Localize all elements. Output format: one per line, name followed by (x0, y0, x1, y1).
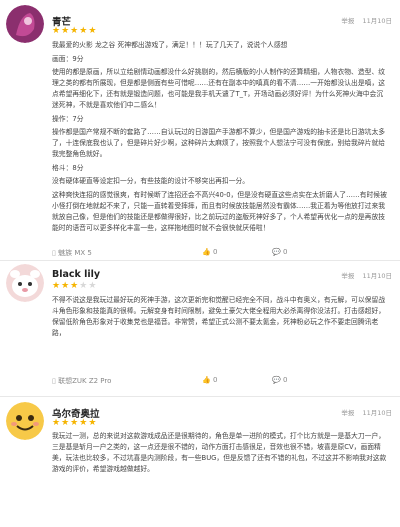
review-card: Black lily 举报 11月10日 ★★★★★ 不得不说这是我玩过最好玩的… (0, 261, 400, 397)
review-paragraph: 没有硬体硬直等设定扣一分，有些技能的设计不够突出再扣一分。 (52, 177, 250, 185)
review-paragraph: 画面：9分 (52, 54, 84, 63)
avatar[interactable] (6, 264, 44, 302)
username[interactable]: Black lily (52, 269, 100, 280)
reply-count: 0 (282, 376, 288, 384)
avatar[interactable] (6, 5, 44, 43)
report-link[interactable]: 举报 (341, 409, 354, 417)
star-icon: ★ (52, 418, 62, 428)
comment-icon: 💬 (272, 248, 281, 256)
review-paragraph: 我最爱的火影 龙之谷 死神都出游戏了，满足！！！玩了几天了，说说个人感想 (52, 41, 288, 49)
star-icon: ★ (79, 26, 89, 36)
phone-icon: ▯ (52, 249, 56, 257)
review-paragraph: 操作都是国产常规不断的套路了……自认玩过的日游国产手游都不算少，但是国产游戏的抽… (52, 128, 386, 158)
star-icon: ★ (70, 418, 80, 428)
review-date: 11月10日 (362, 17, 392, 25)
star-rating: ★★★★★ (52, 418, 97, 428)
like-button[interactable]: 👍 0 (202, 248, 217, 256)
device-label: 魅族 MX 5 (58, 249, 92, 257)
review-paragraph: 操作：7分 (52, 114, 84, 123)
reviews-page: 青芒 举报 11月10日 ★★★★★ 我最爱的火影 龙之谷 死神都出游戏了，满足… (0, 0, 400, 527)
star-icon: ★ (70, 26, 80, 36)
thumbs-up-icon: 👍 (202, 248, 211, 256)
star-empty-icon: ★ (79, 281, 89, 291)
star-icon: ★ (61, 26, 71, 36)
review-meta: 举报 11月10日 (335, 407, 392, 417)
star-icon: ★ (70, 281, 80, 291)
star-icon: ★ (61, 281, 71, 291)
star-icon: ★ (52, 26, 62, 36)
thumbs-up-icon: 👍 (202, 376, 211, 384)
like-button[interactable]: 👍 0 (202, 376, 217, 384)
review-paragraph: 这种爽快连招的感觉很爽，有时候断了连招还会不高兴40-0，但是没有硬直这些点实在… (52, 190, 387, 232)
star-icon: ★ (52, 281, 62, 291)
device-label: 联想ZUK Z2 Pro (58, 377, 112, 385)
review-card: 青芒 举报 11月10日 ★★★★★ 我最爱的火影 龙之谷 死神都出游戏了，满足… (0, 0, 400, 261)
review-paragraph: 不得不说这是我玩过最好玩的死神手游，这次更新完和觉醒已经完全不同，战斗中有奥义，… (52, 296, 386, 337)
star-icon: ★ (88, 26, 98, 36)
like-count: 0 (212, 376, 218, 384)
star-rating: ★★★★★ (52, 26, 97, 36)
star-icon: ★ (88, 418, 98, 428)
review-paragraph: 格斗：8分 (52, 163, 84, 172)
review-paragraph: 我玩过一测，总的来说对这款游戏成品还是很期待的，角色是单一进阶的模式，打个比方就… (52, 432, 387, 473)
review-paragraph: 使用的都是原画，所以立绘剧情动画都没什么好挑剔的，然后横版的小人制作的还算精细，… (52, 68, 386, 109)
device-info: ▯ 魅族 MX 5 (52, 248, 92, 258)
star-icon: ★ (79, 418, 89, 428)
star-icon: ★ (61, 418, 71, 428)
review-body: 我最爱的火影 龙之谷 死神都出游戏了，满足！！！玩了几天了，说说个人感想 画面：… (52, 40, 388, 236)
review-meta: 举报 11月10日 (335, 270, 392, 280)
reply-button[interactable]: 💬 0 (272, 248, 287, 256)
reply-count: 0 (282, 248, 288, 256)
phone-icon: ▯ (52, 377, 56, 385)
review-card: 乌尔奇奥拉 举报 11月10日 ★★★★★ 我玩过一测，总的来说对这款游戏成品还… (0, 397, 400, 527)
device-info: ▯ 联想ZUK Z2 Pro (52, 376, 111, 386)
review-body: 不得不说这是我玩过最好玩的死神手游，这次更新完和觉醒已经完全不同，战斗中有奥义，… (52, 295, 388, 342)
review-body: 我玩过一测，总的来说对这款游戏成品还是很期待的，角色是单一进阶的模式，打个比方就… (52, 431, 388, 478)
like-count: 0 (212, 248, 218, 256)
review-date: 11月10日 (362, 272, 392, 280)
report-link[interactable]: 举报 (341, 17, 354, 25)
star-empty-icon: ★ (88, 281, 98, 291)
star-rating: ★★★★★ (52, 281, 97, 291)
avatar[interactable] (6, 402, 44, 440)
report-link[interactable]: 举报 (341, 272, 354, 280)
review-date: 11月10日 (362, 409, 392, 417)
reply-button[interactable]: 💬 0 (272, 376, 287, 384)
comment-icon: 💬 (272, 376, 281, 384)
review-meta: 举报 11月10日 (335, 15, 392, 25)
